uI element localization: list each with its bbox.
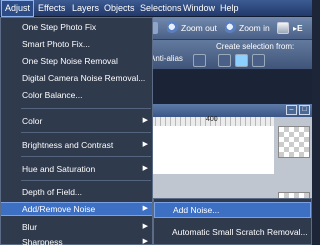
submenu-item-label: Automatic Small Scratch Removal... <box>172 227 308 237</box>
chevron-right-icon: ▶ <box>142 141 148 148</box>
menu-item-brightness-contrast[interactable]: Brightness and Contrast ▶ <box>1 139 152 151</box>
create-selection-label: Create selection from: <box>216 42 295 51</box>
menu-item-color[interactable]: Color ▶ <box>1 115 152 127</box>
noise-submenu: Add Noise... Automatic Small Scratch Rem… <box>153 198 312 245</box>
menu-separator <box>21 156 151 157</box>
zoom-out-button[interactable]: Zoom out <box>167 20 217 36</box>
menu-adjust[interactable]: Adjust <box>1 0 35 17</box>
adjust-menu: One Step Photo Fix Smart Photo Fix... On… <box>0 17 153 245</box>
layer-selection-icon[interactable] <box>252 54 265 67</box>
menu-item-label: One Step Photo Fix <box>22 22 97 32</box>
menu-window[interactable]: Window <box>183 0 215 17</box>
toolbar-edge-button[interactable] <box>152 20 160 36</box>
menu-objects[interactable]: Objects <box>104 0 135 17</box>
toolbar-next-button[interactable]: ▸E <box>293 20 303 36</box>
menu-item-label: Color Balance... <box>22 90 83 100</box>
menu-item-label: Hue and Saturation <box>22 164 96 174</box>
circle-selection-icon[interactable] <box>218 54 231 67</box>
editor-window: { "menubar": { "items": [ {"label": "Adj… <box>0 0 312 245</box>
submenu-item-label: Add Noise... <box>173 205 220 215</box>
menu-layers[interactable]: Layers <box>72 0 99 17</box>
menu-help[interactable]: Help <box>220 0 239 17</box>
toolbar: Zoom out Zoom in ▸E <box>150 17 312 39</box>
menu-item-digital-camera-noise-removal[interactable]: Digital Camera Noise Removal... <box>1 72 152 84</box>
menu-item-label: Add/Remove Noise <box>22 204 96 214</box>
rectangle-selection-icon[interactable] <box>193 54 206 67</box>
magic-selection-icon[interactable] <box>235 54 248 67</box>
zoom-out-icon <box>167 22 179 34</box>
ruler-label: 400 <box>206 116 218 123</box>
chevron-right-icon: ▶ <box>142 117 148 124</box>
menu-item-blur[interactable]: Blur ▶ <box>1 221 152 233</box>
menu-bar: Adjust Effects Layers Objects Selections… <box>0 0 312 17</box>
menu-separator <box>21 108 151 109</box>
zoom-in-icon <box>225 22 237 34</box>
menu-item-smart-photo-fix[interactable]: Smart Photo Fix... <box>1 38 152 50</box>
menu-item-depth-of-field[interactable]: Depth of Field... <box>1 186 152 198</box>
menu-selections[interactable]: Selections <box>140 0 182 17</box>
menu-separator <box>21 132 151 133</box>
menu-item-label: One Step Noise Removal <box>22 56 118 66</box>
maximize-icon[interactable]: □ <box>299 105 310 115</box>
horizontal-ruler: 400 <box>150 116 274 126</box>
image-canvas[interactable] <box>150 126 274 174</box>
menu-item-label: Brightness and Contrast <box>22 140 114 150</box>
menu-item-one-step-noise-removal[interactable]: One Step Noise Removal <box>1 55 152 67</box>
menu-item-label: Digital Camera Noise Removal... <box>22 73 146 83</box>
menu-item-label: Sharpness <box>22 237 63 245</box>
zoom-out-label: Zoom out <box>181 23 217 33</box>
menu-item-color-balance[interactable]: Color Balance... <box>1 89 152 101</box>
image-window-titlebar[interactable]: – □ <box>150 104 312 117</box>
menu-item-sharpness[interactable]: Sharpness ▶ <box>1 236 152 245</box>
chevron-right-icon: ▶ <box>142 238 148 245</box>
chevron-right-icon: ▶ <box>142 205 148 212</box>
chevron-right-icon: ▶ <box>142 165 148 172</box>
submenu-item-add-noise[interactable]: Add Noise... <box>154 202 311 218</box>
antialias-label: Anti-alias <box>150 54 183 63</box>
submenu-item-small-scratch-removal[interactable]: Automatic Small Scratch Removal... <box>154 225 311 239</box>
menu-item-label: Color <box>22 116 43 126</box>
menu-item-label: Blur <box>22 222 38 232</box>
zoom-in-label: Zoom in <box>239 23 270 33</box>
menu-separator <box>21 180 151 181</box>
menu-effects[interactable]: Effects <box>38 0 65 17</box>
options-bar: Anti-alias Create selection from: <box>150 39 312 69</box>
zoom-in-button[interactable]: Zoom in <box>225 20 270 36</box>
minimize-icon[interactable]: – <box>286 105 297 115</box>
menu-item-label: Depth of Field... <box>22 187 83 197</box>
layer-thumbnail[interactable] <box>278 126 310 158</box>
chevron-right-icon: ▶ <box>142 223 148 230</box>
toolbar-partial-label: E <box>297 23 303 33</box>
layer-icon <box>277 22 289 34</box>
menu-item-add-remove-noise[interactable]: Add/Remove Noise ▶ <box>1 202 152 216</box>
menu-item-hue-saturation[interactable]: Hue and Saturation ▶ <box>1 163 152 175</box>
menu-item-label: Smart Photo Fix... <box>22 39 91 49</box>
toolbar-extra-button[interactable] <box>277 20 291 36</box>
menu-item-one-step-photo-fix[interactable]: One Step Photo Fix <box>1 21 152 33</box>
